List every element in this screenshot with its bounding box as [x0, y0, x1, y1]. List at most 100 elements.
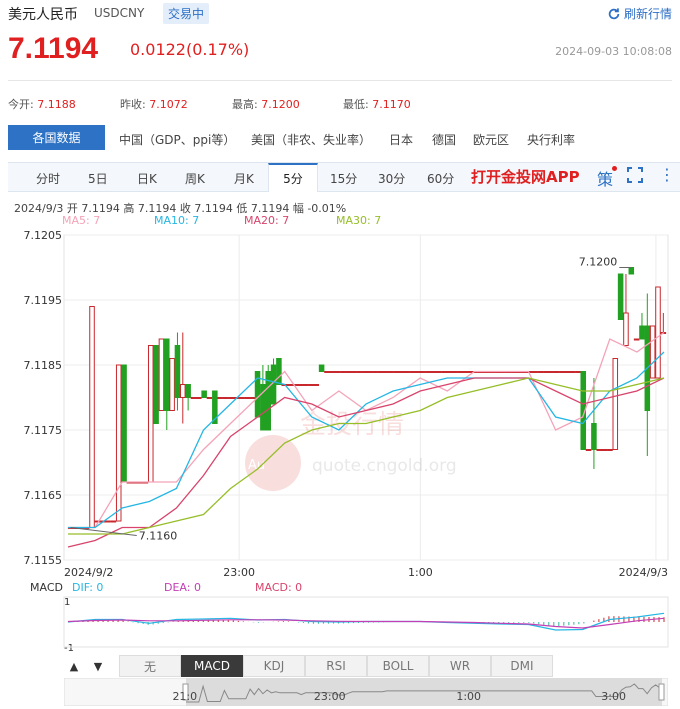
refresh-icon	[608, 7, 620, 19]
annotation-high: 7.1200	[579, 256, 618, 269]
indicator-none[interactable]: 无	[119, 655, 181, 677]
candle-up	[222, 397, 229, 399]
macd-dea-line	[67, 617, 665, 629]
stat-value: 7.1200	[261, 98, 300, 111]
indicator-wr[interactable]: WR	[429, 655, 491, 677]
stat-open: 今开: 7.1188	[8, 96, 76, 112]
stat-high: 最高: 7.1200	[232, 96, 300, 112]
candle-up	[612, 358, 619, 450]
candle-down	[276, 358, 282, 385]
indicator-boll[interactable]: BOLL	[367, 655, 429, 677]
indicator-dmi[interactable]: DMI	[491, 655, 553, 677]
candle-up	[436, 371, 442, 373]
candle-up	[633, 338, 640, 341]
candle-up	[206, 397, 213, 399]
y-tick-label: 7.1195	[24, 294, 63, 307]
tab-5day[interactable]: 5日	[88, 170, 108, 187]
scroll-down-button[interactable]: ▼	[88, 655, 108, 677]
tab-weekly-k[interactable]: 周K	[185, 170, 205, 187]
tab-60min[interactable]: 60分	[427, 170, 454, 187]
fullscreen-icon[interactable]	[627, 167, 643, 183]
stat-label: 今开:	[8, 98, 34, 111]
candle-up	[420, 371, 426, 373]
y-tick-label: 7.1205	[24, 229, 63, 242]
strategy-icon[interactable]: 策	[597, 166, 613, 190]
candle-up	[313, 384, 320, 386]
candle-up	[345, 371, 352, 373]
candles	[67, 267, 667, 529]
candle-up	[382, 371, 389, 373]
candle-up	[329, 371, 336, 373]
notification-dot	[612, 166, 617, 171]
candle-up	[105, 520, 111, 523]
navigator-label: 21:0	[172, 690, 197, 703]
y-tick-label: 7.1175	[24, 424, 63, 437]
candle-up	[569, 371, 576, 373]
candle-up	[463, 371, 469, 373]
tab-china[interactable]: 中国（GDP、ppi等）	[119, 131, 235, 148]
candle-up	[404, 371, 410, 373]
watermark-logo-text: Au	[248, 458, 265, 473]
candle-up	[607, 449, 613, 451]
indicator-macd[interactable]: MACD	[181, 655, 243, 677]
tab-country-data[interactable]: 各国数据	[8, 125, 105, 150]
refresh-label: 刷新行情	[623, 7, 672, 21]
scroll-up-button[interactable]: ▲	[64, 655, 84, 677]
candle-up	[110, 520, 117, 523]
candle-up	[425, 371, 432, 373]
candle-up	[414, 371, 421, 373]
tab-eurozone[interactable]: 欧元区	[473, 131, 509, 148]
candle-up	[441, 371, 448, 373]
open-app-link[interactable]: 打开金投网APP	[471, 166, 580, 187]
tab-daily-k[interactable]: 日K	[137, 170, 157, 187]
tab-30min[interactable]: 30分	[378, 170, 405, 187]
tab-5min[interactable]: 5分	[268, 163, 318, 192]
refresh-button[interactable]: 刷新行情	[607, 5, 672, 22]
macd-dif: DIF: 0	[72, 581, 103, 594]
candle-up	[548, 371, 554, 373]
candle-up	[596, 449, 603, 451]
candle-up	[623, 312, 629, 346]
macd-y-top: 1	[64, 597, 70, 608]
candle-up	[537, 371, 544, 373]
x-tick-label: 2024/9/3	[619, 566, 668, 579]
annotation-low: 7.1160	[139, 530, 178, 543]
tab-central-bank-rate[interactable]: 央行利率	[527, 131, 575, 148]
indicator-rsi[interactable]: RSI	[305, 655, 367, 677]
candle-up	[180, 384, 186, 398]
tab-monthly-k[interactable]: 月K	[234, 170, 254, 187]
candle-down	[639, 325, 645, 340]
indicator-kdj[interactable]: KDJ	[243, 655, 305, 677]
macd-y-bottom: -1	[64, 643, 74, 654]
macd-dea: DEA: 0	[164, 581, 201, 594]
candlestick-chart[interactable]: Au 金投行情 quote.cngold.org 7.12057.11957.1…	[0, 225, 680, 655]
candle-down	[164, 338, 170, 411]
y-tick-label: 7.1165	[24, 489, 63, 502]
candle-down	[121, 364, 127, 483]
macd-panel	[63, 596, 669, 648]
candle-up	[409, 371, 416, 373]
tab-usa[interactable]: 美国（非农、失业率）	[251, 131, 371, 148]
tab-15min[interactable]: 15分	[330, 170, 357, 187]
range-navigator[interactable]: 21:0 23:00 1:00 3:00	[64, 678, 668, 706]
tab-japan[interactable]: 日本	[389, 131, 413, 148]
header-divider	[8, 80, 672, 81]
candle-up	[228, 397, 234, 399]
candle-up	[655, 286, 661, 379]
navigator-handle-right[interactable]	[658, 683, 665, 701]
tab-timeshare[interactable]: 分时	[36, 170, 60, 187]
more-menu-icon[interactable]: ⋮	[659, 165, 675, 184]
candle-up	[361, 371, 368, 373]
candle-up	[377, 371, 384, 373]
candle-down	[185, 384, 191, 398]
candle-up	[324, 371, 330, 373]
candle-up	[564, 371, 570, 373]
candle-up	[398, 371, 405, 373]
candle-up	[446, 371, 453, 373]
navigator-selection[interactable]	[186, 678, 662, 706]
candle-up	[356, 371, 362, 373]
candle-down	[617, 273, 624, 320]
stat-label: 最低:	[343, 98, 369, 111]
tab-germany[interactable]: 德国	[432, 131, 456, 148]
quote-timestamp: 2024-09-03 10:08:08	[555, 45, 672, 58]
